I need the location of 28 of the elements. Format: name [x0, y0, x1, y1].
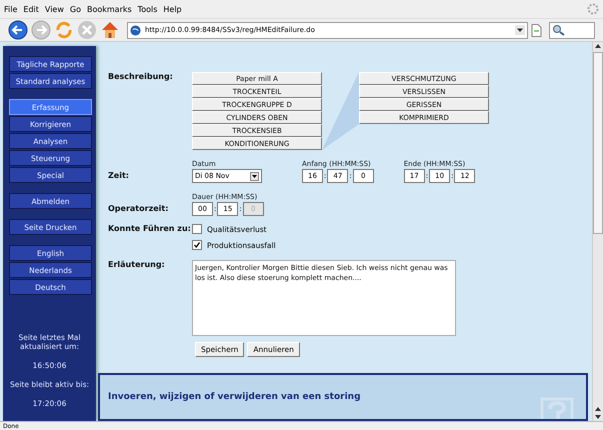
menu-item[interactable]: Tools [138, 4, 158, 14]
home-icon[interactable] [100, 20, 120, 40]
checkbox[interactable] [192, 240, 202, 250]
panel-title: Invoeren, wijzigen of verwijderen van een storing [108, 392, 361, 402]
scroll-up-icon[interactable] [594, 405, 602, 413]
throbber-icon [587, 3, 599, 15]
menu-item[interactable]: View [44, 4, 64, 14]
menu-item[interactable]: Bookmarks [86, 4, 132, 14]
field-label: Beschreibung: [108, 72, 174, 81]
help-icon [540, 397, 574, 419]
scrollbar-thumb[interactable] [593, 52, 603, 234]
go-icon[interactable] [531, 24, 542, 36]
back-icon[interactable] [8, 20, 28, 40]
globe-icon [130, 24, 141, 36]
menu-item[interactable]: Edit [23, 4, 39, 14]
field-label: Konnte Führen zu: [108, 224, 192, 233]
dropdown-arrow-icon [250, 172, 259, 180]
checkbox[interactable] [192, 224, 202, 234]
search-field[interactable] [549, 22, 595, 38]
field-label: Operatorzeit: [108, 204, 170, 213]
scroll-up-icon[interactable] [594, 42, 602, 50]
menu-item[interactable]: File [4, 4, 18, 14]
field-label: Zeit: [108, 171, 130, 180]
search-icon [552, 24, 566, 36]
scrollbar[interactable] [592, 42, 603, 421]
field-label: Erläuterung: [108, 260, 166, 269]
menu-item[interactable]: Go [70, 4, 81, 14]
menu-item[interactable]: Help [163, 4, 182, 14]
